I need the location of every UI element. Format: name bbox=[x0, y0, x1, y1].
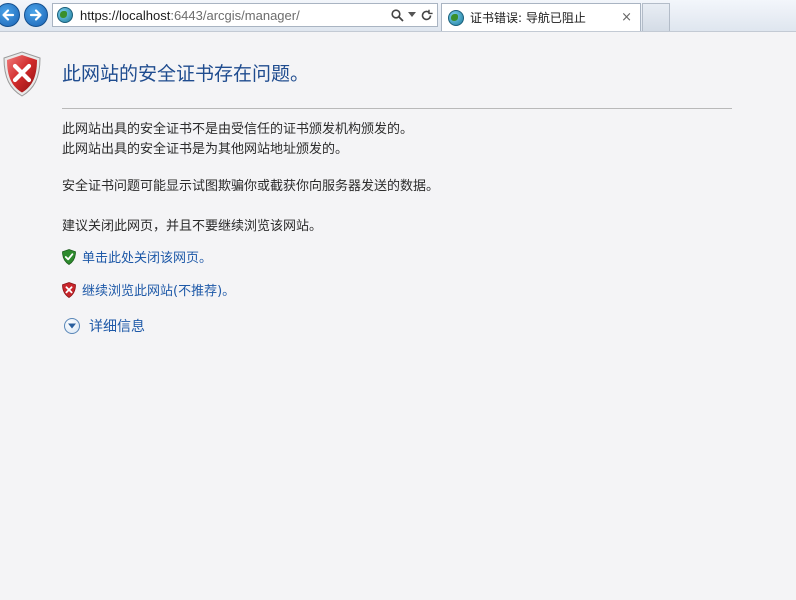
error-shield-icon bbox=[3, 51, 41, 97]
tab-title: 证书错误: 导航已阻止 bbox=[470, 11, 586, 25]
close-page-link-row[interactable]: 单击此处关闭该网页。 bbox=[62, 247, 212, 266]
tab-globe-icon bbox=[448, 9, 464, 26]
certificate-issues-text: 此网站出具的安全证书不是由受信任的证书颁发机构颁发的。 此网站出具的安全证书是为… bbox=[62, 120, 413, 160]
forward-button[interactable] bbox=[24, 3, 48, 27]
continue-to-website-link[interactable]: 继续浏览此网站(不推荐)。 bbox=[82, 280, 235, 299]
site-globe-icon bbox=[57, 7, 73, 23]
tab-certificate-error[interactable]: 证书错误: 导航已阻止 × bbox=[441, 3, 641, 31]
refresh-icon[interactable] bbox=[420, 9, 433, 22]
issue-address-mismatch: 此网站出具的安全证书是为其他网站地址颁发的。 bbox=[62, 142, 349, 157]
browser-toolbar: https://localhost:6443/arcgis/manager/ 证… bbox=[0, 0, 796, 32]
forward-arrow-icon bbox=[29, 9, 42, 21]
red-shield-x-icon bbox=[62, 281, 76, 298]
warning-text: 安全证书问题可能显示试图欺骗你或截获你向服务器发送的数据。 bbox=[62, 179, 440, 194]
new-tab-button[interactable] bbox=[642, 3, 670, 31]
issue-untrusted-ca: 此网站出具的安全证书不是由受信任的证书颁发机构颁发的。 bbox=[62, 122, 414, 137]
chevron-down-icon[interactable] bbox=[408, 12, 416, 18]
close-page-link[interactable]: 单击此处关闭该网页。 bbox=[82, 247, 212, 266]
url-text[interactable]: https://localhost:6443/arcgis/manager/ bbox=[80, 8, 300, 23]
url-path: :6443/arcgis/manager/ bbox=[170, 7, 300, 23]
address-bar[interactable]: https://localhost:6443/arcgis/manager/ bbox=[52, 3, 438, 27]
url-host: localhost bbox=[119, 7, 171, 23]
back-button[interactable] bbox=[0, 3, 20, 27]
green-shield-check-icon bbox=[62, 248, 76, 265]
search-icon[interactable] bbox=[391, 8, 404, 22]
page-title: 此网站的安全证书存在问题。 bbox=[62, 63, 310, 85]
more-information-label: 详细信息 bbox=[89, 319, 145, 335]
url-prefix: https:// bbox=[80, 7, 120, 23]
more-information-toggle[interactable]: 详细信息 bbox=[64, 316, 145, 336]
recommendation-text: 建议关闭此网页，并且不要继续浏览该网站。 bbox=[62, 219, 323, 234]
continue-link-row[interactable]: 继续浏览此网站(不推荐)。 bbox=[62, 280, 235, 299]
close-tab-icon[interactable]: × bbox=[619, 10, 634, 25]
error-page: 此网站的安全证书存在问题。 此网站出具的安全证书不是由受信任的证书颁发机构颁发的… bbox=[0, 33, 796, 600]
expand-chevron-icon bbox=[64, 318, 80, 334]
back-arrow-icon bbox=[2, 9, 15, 21]
address-bar-controls bbox=[391, 8, 433, 22]
title-divider bbox=[62, 108, 732, 109]
